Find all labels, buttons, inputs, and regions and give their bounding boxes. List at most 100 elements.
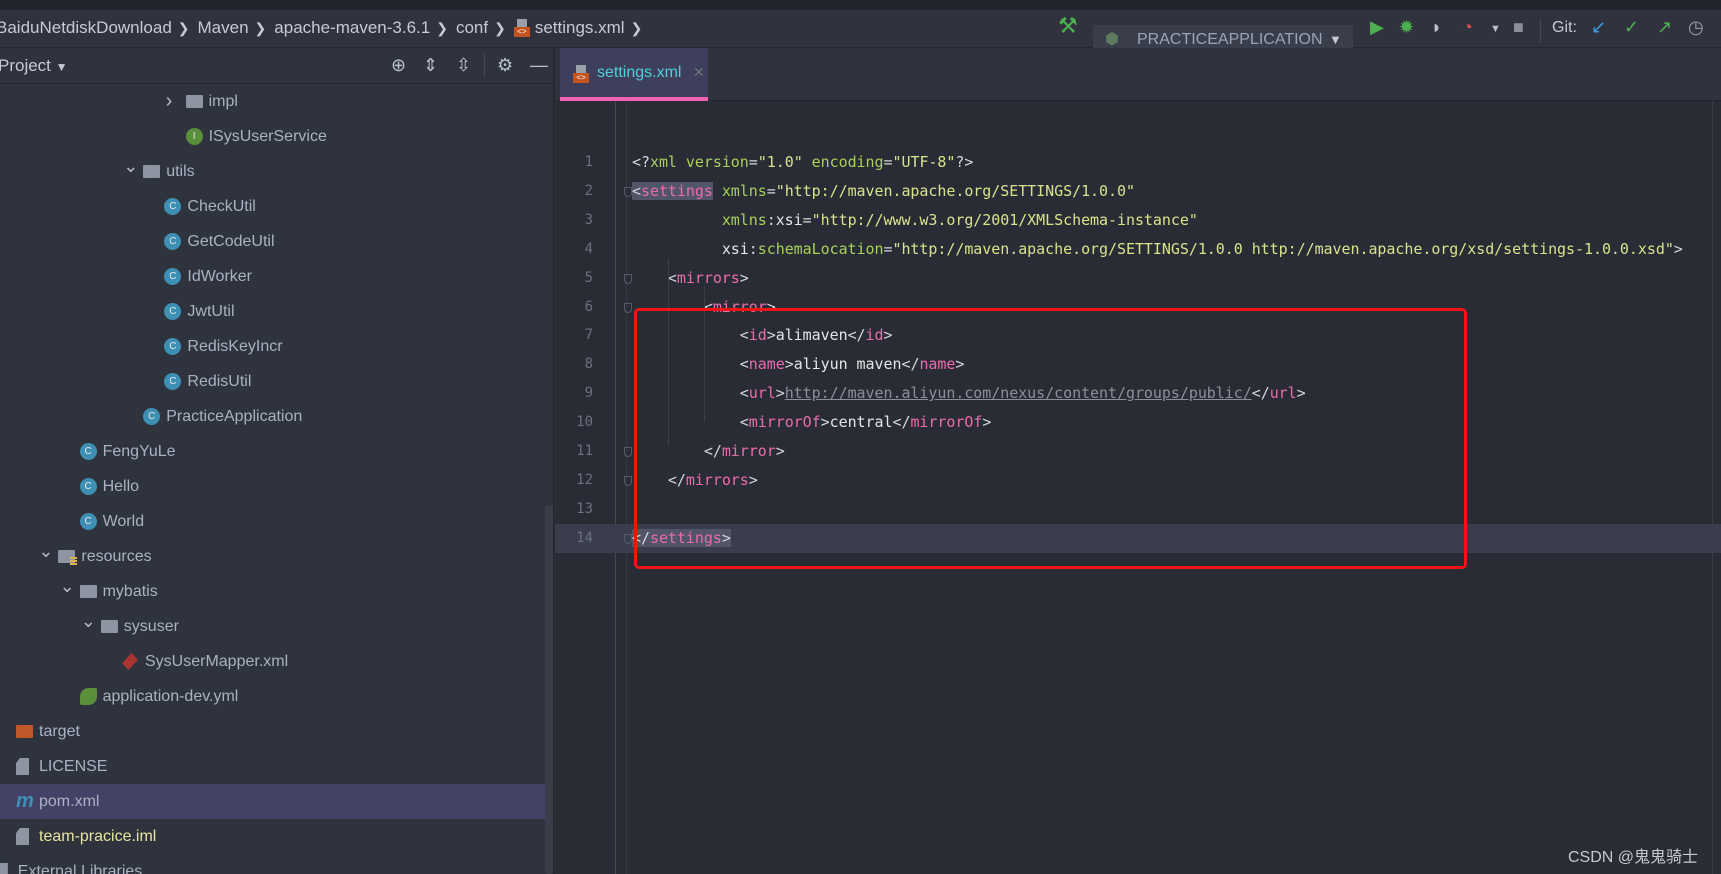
- profiler-icon[interactable]: ◔: [1462, 16, 1473, 38]
- code-token-br: >: [1673, 239, 1683, 258]
- line-number: 13: [576, 500, 593, 517]
- project-view-select[interactable]: Project ▼: [0, 56, 68, 76]
- tree-item[interactable]: C World: [0, 504, 553, 539]
- tree-item[interactable]: target: [0, 714, 553, 749]
- xml-file-icon: [513, 19, 530, 37]
- tree-item-label: application-dev.yml: [102, 688, 239, 705]
- navigation-bar: BaiduNetdiskDownload ❯ Maven ❯ apache-mave…: [0, 10, 1721, 54]
- code-token-br: =: [883, 153, 893, 171]
- git-push-icon[interactable]: ↗: [1657, 16, 1672, 38]
- tree-item[interactable]: C RedisKeyIncr: [0, 329, 553, 364]
- tree-item[interactable]: External Libraries: [0, 854, 553, 874]
- folder-icon: [100, 620, 118, 633]
- expand-all-icon[interactable]: ⇕: [423, 55, 438, 76]
- fold-marker-icon[interactable]: [624, 447, 632, 457]
- gear-icon[interactable]: ⚙: [497, 55, 513, 76]
- code-token-str: "http://www.w3.org/2001/XMLSchema-instan…: [811, 210, 1198, 229]
- tree-item[interactable]: C CheckUtil: [0, 189, 553, 224]
- tree-item-label: resources: [81, 548, 152, 565]
- tree-item-label: sysuser: [123, 618, 179, 635]
- history-icon[interactable]: ◷: [1688, 16, 1704, 38]
- chevron-right-icon[interactable]: ›: [166, 84, 173, 119]
- git-label: Git:: [1552, 19, 1577, 36]
- git-commit-icon[interactable]: ✓: [1624, 16, 1639, 38]
- code-token-br: <?: [632, 153, 650, 171]
- close-icon[interactable]: ✕: [693, 64, 705, 81]
- code-token-attr: xmlns: [721, 181, 767, 200]
- tree-item-label: ISysUserService: [208, 128, 327, 145]
- tree-item[interactable]: LICENSE: [0, 749, 553, 784]
- code-token-br: :: [766, 210, 776, 229]
- tree-item[interactable]: team-pracice.iml: [0, 819, 553, 854]
- fold-marker-icon[interactable]: [624, 475, 632, 486]
- tree-item[interactable]: C PracticeApplication: [0, 399, 553, 434]
- code-line[interactable]: 3 xmlns:xsi="http://www.w3.org/2001/XMLS…: [555, 206, 1721, 235]
- class-icon: C: [164, 233, 182, 250]
- code-line[interactable]: 2 <settings xmlns="http://maven.apache.or…: [555, 177, 1721, 206]
- chevron-down-icon[interactable]: ⌄: [81, 604, 96, 639]
- code-line[interactable]: 1 <?xml version="1.0" encoding="UTF-8"?>: [555, 148, 1721, 177]
- chevron-down-icon[interactable]: ▼: [1490, 18, 1501, 40]
- tree-item[interactable]: ⌄ sysuser: [0, 609, 553, 644]
- project-panel-header: Project ▼ ⊕ ⇕ ⇳ ⚙ —: [0, 48, 553, 84]
- class-icon: C: [164, 198, 182, 215]
- tree-item[interactable]: m pom.xml: [0, 784, 553, 819]
- tree-item-label: target: [39, 723, 80, 740]
- git-update-icon[interactable]: ↙: [1591, 16, 1606, 38]
- line-number: 9: [584, 385, 593, 402]
- code-line[interactable]: 5 <mirrors>: [555, 264, 1721, 293]
- code-token-text: xsi: [775, 210, 803, 229]
- class-icon: C: [164, 373, 182, 390]
- title-strip: [0, 0, 1721, 10]
- folder-icon: [185, 95, 203, 108]
- file-icon: [16, 758, 29, 775]
- tree-item[interactable]: C GetCodeUtil: [0, 224, 553, 259]
- code-line[interactable]: 4 xsi:schemaLocation="http://maven.apach…: [555, 235, 1721, 264]
- breadcrumb-item[interactable]: BaiduNetdiskDownload: [0, 18, 172, 38]
- fold-marker-icon[interactable]: [624, 186, 632, 197]
- tree-item[interactable]: C Hello: [0, 469, 553, 504]
- tree-item[interactable]: C IdWorker: [0, 259, 553, 294]
- fold-marker-icon[interactable]: [624, 302, 632, 313]
- tree-item[interactable]: SysUserMapper.xml: [0, 644, 553, 679]
- stop-icon[interactable]: ■: [1513, 16, 1524, 38]
- fold-marker-icon[interactable]: [624, 533, 632, 544]
- class-icon: C: [143, 408, 161, 425]
- sidebar-scrollbar[interactable]: [545, 505, 553, 874]
- code-token-attr: schemaLocation: [757, 239, 884, 258]
- breadcrumb-item[interactable]: conf: [456, 18, 488, 38]
- breadcrumb-item[interactable]: settings.xml: [535, 18, 625, 38]
- hammer-icon[interactable]: ⚒: [1058, 15, 1078, 37]
- tree-item[interactable]: I ISysUserService: [0, 119, 553, 154]
- collapse-all-icon[interactable]: ⇳: [456, 55, 471, 76]
- breadcrumb-item[interactable]: apache-maven-3.6.1: [274, 18, 430, 38]
- tree-item[interactable]: › impl: [0, 84, 553, 119]
- line-number: 8: [584, 356, 593, 373]
- tree-item-label: External Libraries: [17, 863, 143, 874]
- tab-settings-xml[interactable]: settings.xml ✕: [560, 48, 708, 101]
- fold-marker-icon[interactable]: [624, 273, 632, 284]
- code-token-br: =: [802, 210, 812, 229]
- chevron-down-icon[interactable]: ⌄: [60, 569, 75, 604]
- chevron-down-icon[interactable]: ⌄: [123, 149, 138, 184]
- debug-icon[interactable]: ✹: [1399, 16, 1414, 38]
- tree-item-label: SysUserMapper.xml: [145, 653, 289, 670]
- yml-icon: [79, 688, 97, 705]
- class-icon: C: [79, 513, 97, 530]
- breadcrumb-item[interactable]: Maven: [198, 18, 249, 38]
- project-panel: Project ▼ ⊕ ⇕ ⇳ ⚙ — › impl I ISysUserServic…: [0, 48, 554, 874]
- locate-icon[interactable]: ⊕: [391, 55, 406, 76]
- tree-item[interactable]: ⌄ resources: [0, 539, 553, 574]
- tree-item[interactable]: application-dev.yml: [0, 679, 553, 714]
- coverage-icon[interactable]: ◗: [1431, 16, 1442, 38]
- code-token-attr: version: [685, 153, 749, 171]
- tree-item[interactable]: C FengYuLe: [0, 434, 553, 469]
- run-icon[interactable]: ▶: [1370, 16, 1384, 38]
- tree-item[interactable]: C JwtUtil: [0, 294, 553, 329]
- minimize-icon[interactable]: —: [530, 55, 548, 76]
- chevron-down-icon[interactable]: ⌄: [38, 534, 53, 569]
- tree-item-label: FengYuLe: [102, 443, 176, 460]
- tree-item[interactable]: ⌄ utils: [0, 154, 553, 189]
- tree-item[interactable]: C RedisUtil: [0, 364, 553, 399]
- code-text: <settings xmlns="http://maven.apache.org…: [632, 177, 1135, 206]
